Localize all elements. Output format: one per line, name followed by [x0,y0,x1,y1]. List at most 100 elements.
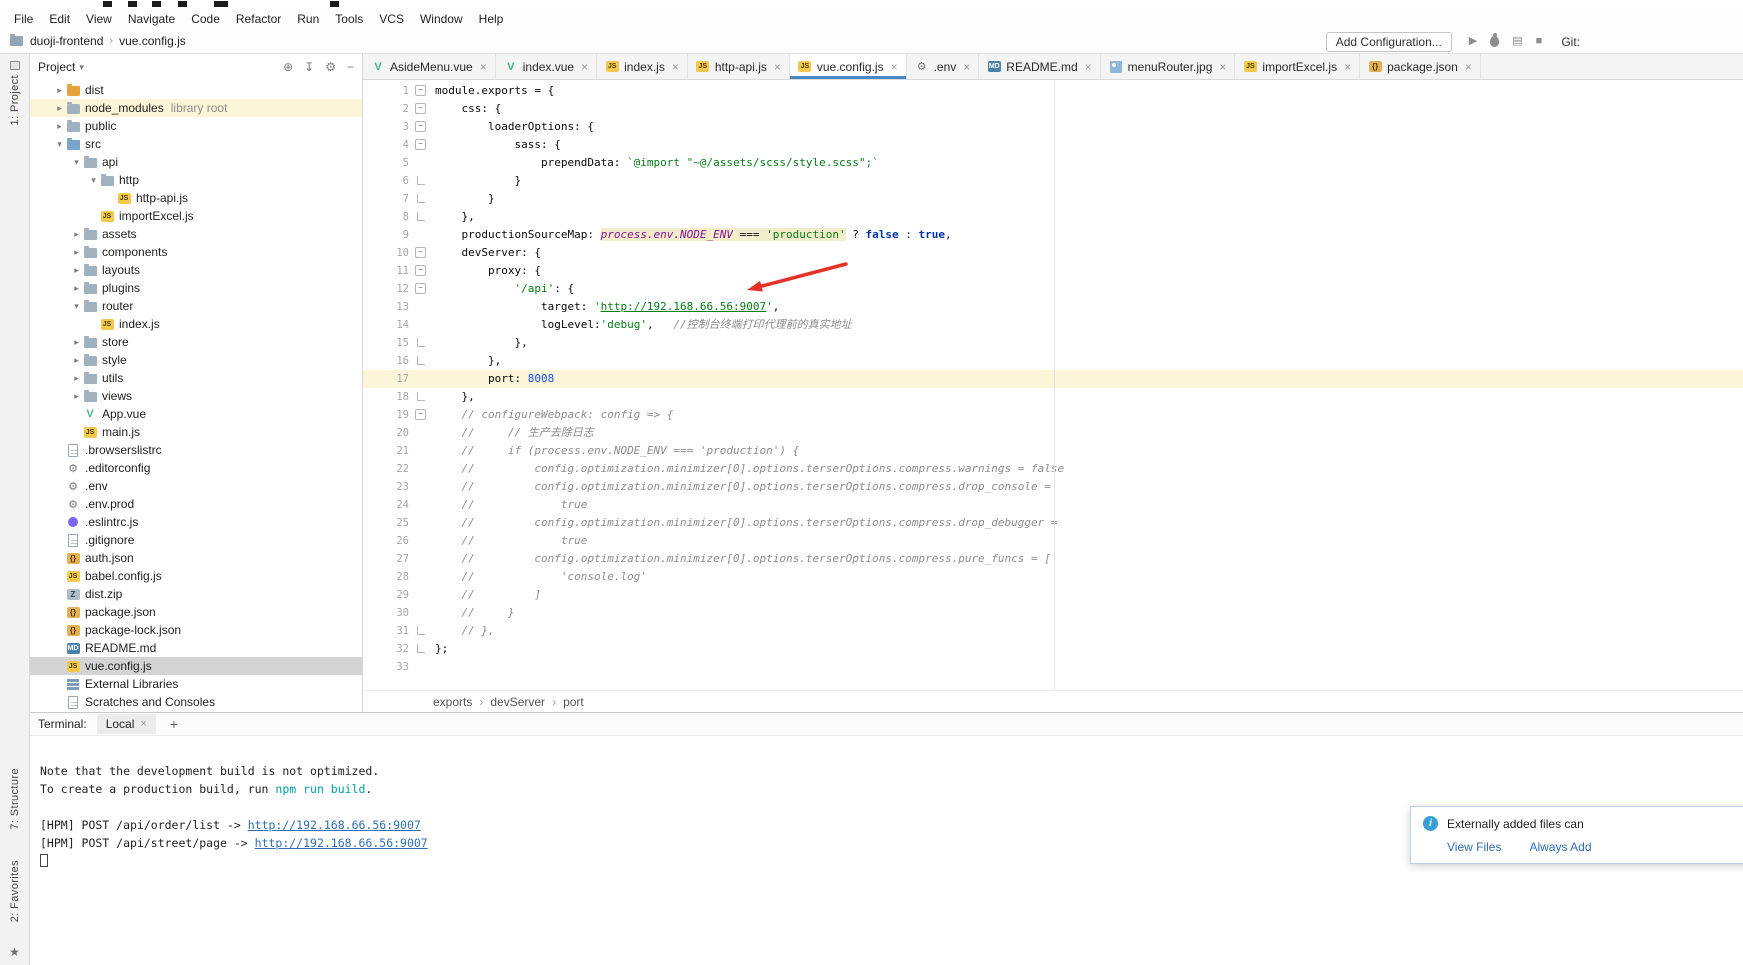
add-configuration-button[interactable]: Add Configuration... [1326,32,1452,52]
tree-item-store[interactable]: ▸store [30,333,362,351]
chevron-right-icon[interactable]: ▸ [70,391,83,402]
close-icon[interactable]: × [774,60,781,74]
tree-item-public[interactable]: ▸public [30,117,362,135]
tree-item-browserslistrc[interactable]: .browserslistrc [30,441,362,459]
fold-marker[interactable] [409,100,431,118]
close-icon[interactable]: × [140,718,146,730]
tree-item-views[interactable]: ▸views [30,387,362,405]
editor-tab-importexcel-js[interactable]: JSimportExcel.js× [1235,54,1360,79]
chevron-right-icon[interactable]: ▸ [53,121,66,132]
chevron-right-icon[interactable]: ▸ [70,337,83,348]
chevron-down-icon[interactable]: ▾ [70,301,83,312]
editor-tab-menurouter-jpg[interactable]: menuRouter.jpg× [1101,54,1236,79]
favorites-star-icon[interactable]: ★ [9,945,20,959]
breadcrumb-devserver[interactable]: devServer [490,695,545,709]
fold-marker[interactable] [409,172,431,190]
close-icon[interactable]: × [1344,60,1351,74]
breadcrumb-project[interactable]: duoji-frontend [30,34,103,48]
menu-refactor[interactable]: Refactor [228,10,289,28]
tool-stripe-structure[interactable]: 7: Structure [9,761,21,837]
tree-item-assets[interactable]: ▸assets [30,225,362,243]
tree-item-gitignore[interactable]: .gitignore [30,531,362,549]
tree-item-router[interactable]: ▾router [30,297,362,315]
menu-help[interactable]: Help [471,10,512,28]
fold-marker[interactable] [409,334,431,352]
menu-navigate[interactable]: Navigate [120,10,183,28]
fold-marker[interactable] [409,640,431,658]
fold-marker[interactable] [409,622,431,640]
fold-marker[interactable] [409,136,431,154]
close-icon[interactable]: × [581,60,588,74]
fold-marker[interactable] [409,82,431,100]
chevron-right-icon[interactable]: ▸ [70,373,83,384]
close-icon[interactable]: × [963,60,970,74]
tree-item-index-js[interactable]: JSindex.js [30,315,362,333]
tree-item-plugins[interactable]: ▸plugins [30,279,362,297]
menu-file[interactable]: File [6,10,41,28]
close-icon[interactable]: × [672,60,679,74]
tree-item-scratches-and-consoles[interactable]: Scratches and Consoles [30,693,362,711]
editor-tab-vue-config-js[interactable]: JSvue.config.js× [790,54,907,79]
fold-marker[interactable] [409,118,431,136]
hide-panel-icon[interactable]: − [347,60,354,74]
terminal-link[interactable]: http://192.168.66.56:9007 [248,818,421,832]
tree-item-package-json[interactable]: {}package.json [30,603,362,621]
chevron-right-icon[interactable]: ▸ [70,265,83,276]
close-icon[interactable]: × [891,60,898,74]
profiler-icon[interactable]: ▤ [1512,36,1522,47]
terminal-link[interactable]: http://192.168.66.56:9007 [255,836,428,850]
chevron-down-icon[interactable]: ▾ [79,62,84,73]
tree-item-external-libraries[interactable]: External Libraries [30,675,362,693]
tree-item-utils[interactable]: ▸utils [30,369,362,387]
menu-run[interactable]: Run [289,10,327,28]
tool-stripe-favorites[interactable]: 2: Favorites [9,853,21,929]
close-icon[interactable]: × [1219,60,1226,74]
tree-item-eslintrc-js[interactable]: .eslintrc.js [30,513,362,531]
tree-item-env-prod[interactable]: ⚙.env.prod [30,495,362,513]
fold-marker[interactable] [409,388,431,406]
tree-item-auth-json[interactable]: {}auth.json [30,549,362,567]
tree-item-readme-md[interactable]: MDREADME.md [30,639,362,657]
fold-marker[interactable] [409,352,431,370]
stop-icon[interactable]: ■ [1536,36,1543,47]
chevron-down-icon[interactable]: ▾ [70,157,83,168]
collapse-all-icon[interactable]: ↧ [304,60,314,74]
editor-tab-index-js[interactable]: JSindex.js× [597,54,688,79]
chevron-down-icon[interactable]: ▾ [53,139,66,150]
chevron-right-icon[interactable]: ▸ [70,229,83,240]
editor-tab-http-api-js[interactable]: JShttp-api.js× [688,54,790,79]
tree-item-layouts[interactable]: ▸layouts [30,261,362,279]
code-url-link[interactable]: http://192.168.66.56:9007 [601,300,767,313]
editor-tab-package-json[interactable]: {}package.json× [1360,54,1481,79]
tool-stripe-project[interactable]: 1: Project [0,54,29,132]
tree-item-style[interactable]: ▸style [30,351,362,369]
breadcrumb-exports[interactable]: exports [433,695,472,709]
tree-item-http[interactable]: ▾http [30,171,362,189]
fold-marker[interactable] [409,208,431,226]
menu-edit[interactable]: Edit [41,10,78,28]
always-add-link[interactable]: Always Add [1529,840,1591,854]
tree-item-editorconfig[interactable]: ⚙.editorconfig [30,459,362,477]
project-panel-title[interactable]: Project [38,60,75,74]
tree-item-importexcel-js[interactable]: JSimportExcel.js [30,207,362,225]
menu-vcs[interactable]: VCS [371,10,412,28]
git-widget[interactable]: Git: [1561,35,1580,49]
tree-item-components[interactable]: ▸components [30,243,362,261]
fold-marker[interactable] [409,262,431,280]
gear-icon[interactable]: ⚙ [325,60,336,74]
menu-tools[interactable]: Tools [327,10,371,28]
tree-item-babel-config-js[interactable]: JSbabel.config.js [30,567,362,585]
menu-window[interactable]: Window [412,10,471,28]
code-editor[interactable]: 1module.exports = {2 css: {3 loaderOptio… [363,80,1743,690]
tree-item-package-lock-json[interactable]: {}package-lock.json [30,621,362,639]
chevron-right-icon[interactable]: ▸ [53,103,66,114]
terminal-tab-local[interactable]: Local × [97,714,156,734]
editor-tab-index-vue[interactable]: Vindex.vue× [496,54,597,79]
chevron-right-icon[interactable]: ▸ [70,247,83,258]
fold-marker[interactable] [409,280,431,298]
locate-file-icon[interactable]: ⊕ [283,60,293,74]
tree-item-api[interactable]: ▾api [30,153,362,171]
editor-tab-asidemenu-vue[interactable]: VAsideMenu.vue× [363,54,496,79]
chevron-down-icon[interactable]: ▾ [87,175,100,186]
tree-item-env[interactable]: ⚙.env [30,477,362,495]
